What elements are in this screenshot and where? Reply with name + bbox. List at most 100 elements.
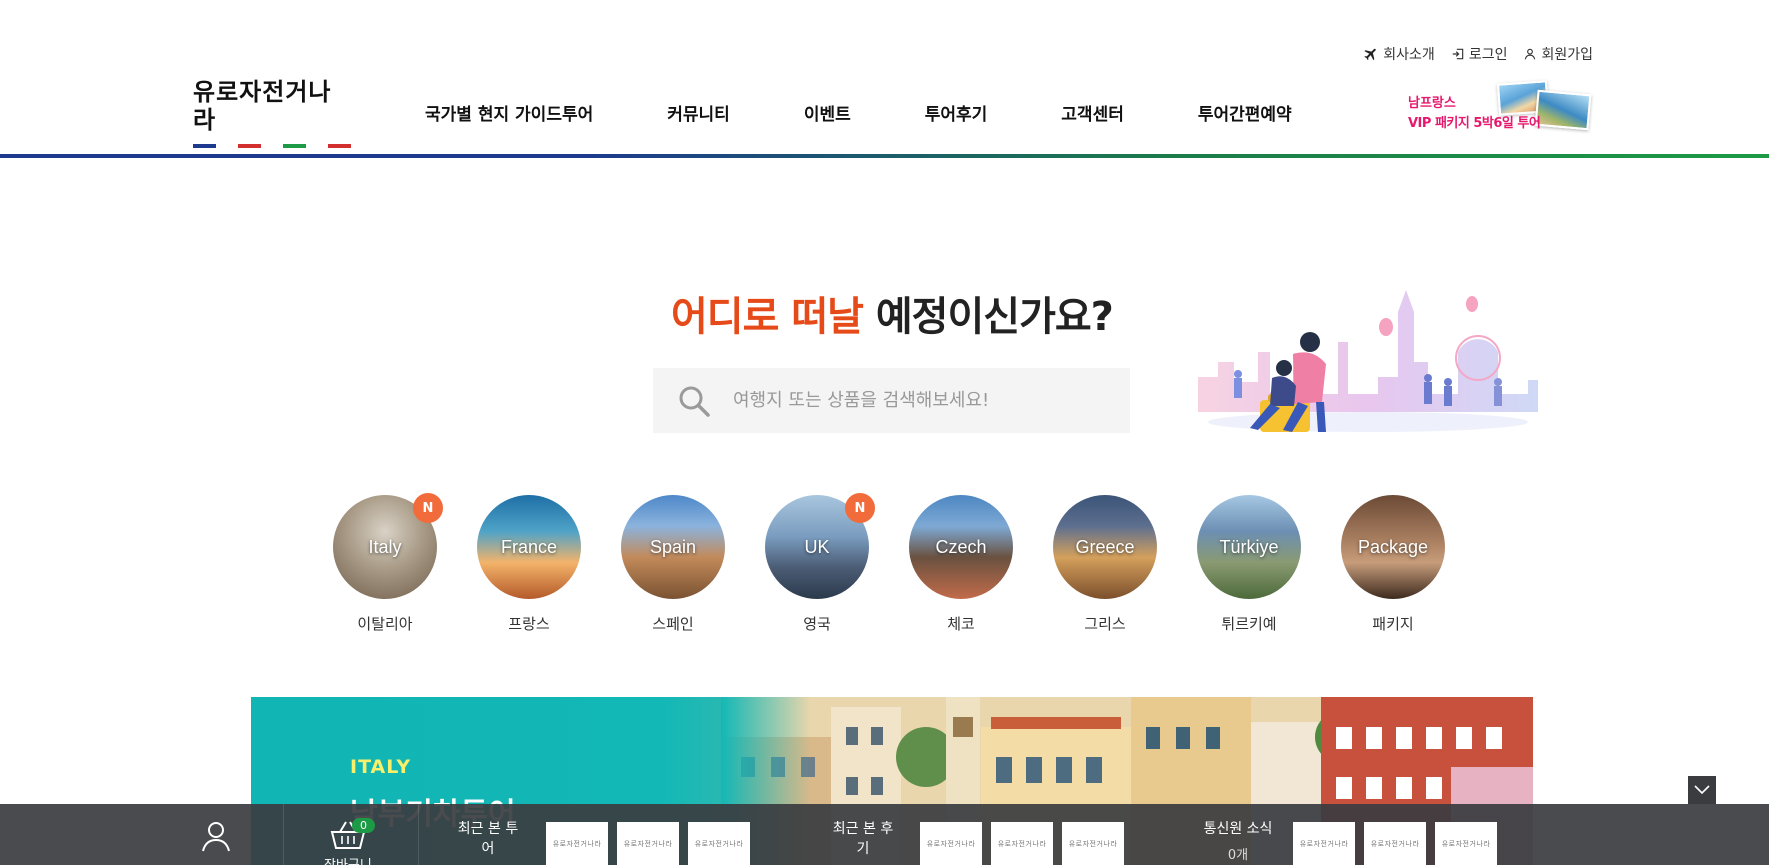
nav-item-guide-tour[interactable]: 국가별 현지 가이드투어 xyxy=(425,100,593,125)
flag-segment xyxy=(193,144,216,148)
recent-review-thumb[interactable]: 유로자전거나라 xyxy=(920,822,982,865)
country-en-label: Greece xyxy=(1075,536,1135,557)
util-login-link[interactable]: 로그인 xyxy=(1451,44,1508,64)
country-list: Italy N 이탈리아 France 프랑스 Spain 스페인 UK N 영… xyxy=(333,493,1445,634)
country-en-label: Czech xyxy=(935,536,987,557)
recent-tour-section[interactable]: 최근 본 투어 0개 xyxy=(452,818,524,865)
thumb-logo-text: 유로자전거나라 xyxy=(552,839,602,848)
chevron-down-icon xyxy=(1694,785,1710,795)
correspondent-news-thumb[interactable]: 유로자전거나라 xyxy=(1293,822,1355,865)
user-icon xyxy=(1525,48,1536,60)
search-input[interactable] xyxy=(733,390,1093,411)
my-page-button[interactable]: My xyxy=(196,820,236,856)
util-signup-label: 회원가입 xyxy=(1541,47,1593,63)
recent-review-thumb[interactable]: 유로자전거나라 xyxy=(991,822,1053,865)
country-thumb-wrap: Package xyxy=(1341,495,1445,599)
country-en-label: Türkiye xyxy=(1219,536,1279,557)
country-thumb-wrap: UK N xyxy=(765,493,875,599)
thumb-logo-text: 유로자전거나라 xyxy=(1370,839,1420,848)
flag-segment xyxy=(305,144,329,148)
util-signup-link[interactable]: 회원가입 xyxy=(1523,44,1593,64)
country-item-package[interactable]: Package 패키지 xyxy=(1341,495,1445,634)
country-en-label: France xyxy=(500,536,558,557)
thumb-logo-text: 유로자전거나라 xyxy=(623,839,673,848)
country-thumb-wrap: France xyxy=(477,495,581,599)
country-item-turkiye[interactable]: Türkiye 튀르키예 xyxy=(1197,495,1301,634)
promo-banner[interactable]: 남프랑스 VIP 패키지 5박6일 투어 xyxy=(1408,80,1593,132)
country-thumb-wrap: Italy N xyxy=(333,493,443,599)
cart-count-badge: 0 xyxy=(352,818,375,833)
country-ko-label: 그리스 xyxy=(1084,615,1126,633)
thumb-logo-text: 유로자전거나라 xyxy=(1299,839,1349,848)
country-item-france[interactable]: France 프랑스 xyxy=(477,495,581,634)
header-divider xyxy=(0,154,1769,158)
correspondent-news-count: 0개 xyxy=(1227,848,1249,863)
quickbar-toggle-button[interactable] xyxy=(1688,776,1716,804)
country-en-label: UK xyxy=(804,536,830,557)
country-ko-label: 이탈리아 xyxy=(357,615,413,633)
country-ko-label: 패키지 xyxy=(1372,615,1414,633)
new-badge: N xyxy=(413,493,443,523)
correspondent-news-thumb[interactable]: 유로자전거나라 xyxy=(1364,822,1426,865)
site-header: 회사소개 로그인 회원가입 유로자전거나라 국가별 현지 가이드투어 커뮤니티 … xyxy=(0,0,1769,160)
thumb-logo-text: 유로자전거나라 xyxy=(1068,839,1118,848)
site-logo[interactable]: 유로자전거나라 xyxy=(193,78,352,148)
nav-item-event[interactable]: 이벤트 xyxy=(804,100,851,125)
country-item-italy[interactable]: Italy N 이탈리아 xyxy=(333,493,443,634)
correspondent-news-section[interactable]: 통신원 소식 0개 xyxy=(1202,818,1274,863)
country-item-uk[interactable]: UK N 영국 xyxy=(765,493,875,634)
country-ko-label: 영국 xyxy=(803,615,831,633)
country-image: Türkiye xyxy=(1197,495,1301,599)
country-en-label: Italy xyxy=(368,536,402,557)
country-thumb-wrap: Türkiye xyxy=(1197,495,1301,599)
recent-tour-thumb[interactable]: 유로자전거나라 xyxy=(546,822,608,865)
utility-nav: 회사소개 로그인 회원가입 xyxy=(1363,44,1593,64)
recent-tour-label: 최근 본 투어 xyxy=(457,821,519,857)
promo-photo xyxy=(1534,89,1592,131)
recent-review-section[interactable]: 최근 본 후기 0개 xyxy=(827,818,899,865)
nav-item-community[interactable]: 커뮤니티 xyxy=(667,100,730,125)
hero-title: 어디로 떠날 예정이신가요? xyxy=(671,284,1114,342)
quickbar-divider xyxy=(418,804,419,865)
hero-title-accent: 어디로 떠날 xyxy=(671,294,864,340)
country-thumb-wrap: Czech xyxy=(909,495,1013,599)
country-item-czech[interactable]: Czech 체코 xyxy=(909,495,1013,634)
nav-item-quick-booking[interactable]: 투어간편예약 xyxy=(1198,100,1292,125)
country-item-spain[interactable]: Spain 스페인 xyxy=(621,495,725,634)
util-company-link[interactable]: 회사소개 xyxy=(1363,44,1435,64)
country-ko-label: 프랑스 xyxy=(508,615,550,633)
recent-review-label: 최근 본 후기 xyxy=(832,821,894,857)
hero-title-rest: 예정이신가요? xyxy=(862,294,1114,340)
main-nav: 국가별 현지 가이드투어 커뮤니티 이벤트 투어후기 고객센터 투어간편예약 xyxy=(425,100,1292,125)
correspondent-news-thumbs: 유로자전거나라 유로자전거나라 유로자전거나라 xyxy=(1293,822,1497,865)
search-box[interactable] xyxy=(653,368,1130,433)
correspondent-news-label: 통신원 소식 xyxy=(1203,821,1273,837)
recent-tour-thumb[interactable]: 유로자전거나라 xyxy=(617,822,679,865)
user-icon xyxy=(202,822,230,852)
recent-tour-thumb[interactable]: 유로자전거나라 xyxy=(688,822,750,865)
util-login-label: 로그인 xyxy=(1468,47,1508,63)
travel-illustration xyxy=(1198,290,1538,432)
thumb-logo-text: 유로자전거나라 xyxy=(997,839,1047,848)
promo-line1: 남프랑스 xyxy=(1408,96,1456,111)
country-item-greece[interactable]: Greece 그리스 xyxy=(1053,495,1157,634)
recent-review-thumb[interactable]: 유로자전거나라 xyxy=(1062,822,1124,865)
country-image: France xyxy=(477,495,581,599)
thumb-logo-text: 유로자전거나라 xyxy=(694,839,744,848)
search-icon[interactable] xyxy=(677,384,711,418)
country-image: Spain xyxy=(621,495,725,599)
country-image: Greece xyxy=(1053,495,1157,599)
country-ko-label: 스페인 xyxy=(652,615,694,633)
correspondent-news-thumb[interactable]: 유로자전거나라 xyxy=(1435,822,1497,865)
banner-tag: ITALY xyxy=(350,756,412,778)
nav-item-review[interactable]: 투어후기 xyxy=(925,100,988,125)
thumb-logo-text: 유로자전거나라 xyxy=(1441,839,1491,848)
recent-review-thumbs: 유로자전거나라 유로자전거나라 유로자전거나라 xyxy=(920,822,1124,865)
cart-button[interactable]: 0 xyxy=(330,818,375,854)
country-ko-label: 체코 xyxy=(947,615,975,633)
flag-segment xyxy=(215,144,239,148)
nav-item-customer-center[interactable]: 고객센터 xyxy=(1061,100,1124,125)
country-en-label: Spain xyxy=(649,536,697,557)
airplane-icon xyxy=(1364,48,1377,61)
util-company-label: 회사소개 xyxy=(1383,47,1435,63)
